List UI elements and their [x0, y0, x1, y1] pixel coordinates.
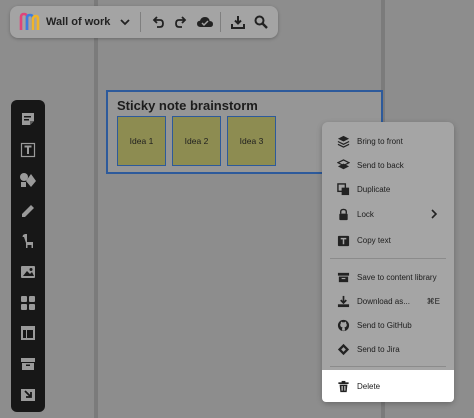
app-logo-icon[interactable] — [18, 11, 40, 33]
chevron-right-icon — [430, 209, 438, 221]
cloud-save-icon[interactable] — [194, 10, 216, 34]
table-icon[interactable] — [15, 320, 41, 346]
menu-item-label: Lock — [357, 209, 374, 219]
sticky-note-text: Idea 2 — [184, 136, 209, 146]
toolbar-divider — [219, 12, 221, 32]
image-icon[interactable] — [15, 259, 41, 285]
sticky-note[interactable]: Idea 3 — [227, 116, 276, 166]
grid-icon[interactable] — [15, 290, 41, 316]
search-icon[interactable] — [250, 10, 272, 34]
pen-icon[interactable] — [15, 198, 41, 224]
menu-item-label: Download as... — [357, 296, 410, 306]
import-icon[interactable] — [15, 381, 41, 407]
menu-item-save-to-content-library[interactable]: Save to content library — [322, 265, 454, 289]
github-icon — [336, 318, 350, 332]
trash-icon — [336, 379, 350, 393]
bring-to-front-icon — [336, 134, 350, 148]
text-tool-icon[interactable] — [15, 137, 41, 163]
frame-title[interactable]: Sticky note brainstorm — [117, 98, 258, 113]
jira-icon — [336, 342, 350, 356]
top-toolbar: Wall of work — [10, 6, 278, 38]
menu-item-label: Bring to front — [357, 136, 403, 146]
undo-icon[interactable] — [147, 10, 169, 34]
left-toolbar — [11, 100, 45, 412]
menu-item-delete[interactable]: Delete — [322, 370, 454, 402]
menu-item-send-to-back[interactable]: Send to back — [322, 153, 454, 177]
download-icon[interactable] — [227, 10, 249, 34]
menu-item-bring-to-front[interactable]: Bring to front — [322, 129, 454, 153]
llama-icon[interactable] — [15, 228, 41, 254]
canvas-grid-line — [94, 0, 98, 418]
menu-item-label: Send to GitHub — [357, 320, 412, 330]
menu-divider — [330, 258, 446, 259]
sticky-note-icon[interactable] — [15, 106, 41, 132]
redo-icon[interactable] — [171, 10, 193, 34]
menu-item-label: Copy text — [357, 235, 391, 245]
shortcut-label: ⌘E — [426, 296, 440, 306]
board-name[interactable]: Wall of work — [46, 16, 113, 28]
menu-item-label: Delete — [357, 381, 381, 391]
duplicate-icon — [336, 182, 350, 196]
menu-item-send-to-jira[interactable]: Send to Jira — [322, 337, 454, 361]
menu-item-send-to-github[interactable]: Send to GitHub — [322, 313, 454, 337]
sticky-note[interactable]: Idea 1 — [117, 116, 166, 166]
copy-text-icon — [336, 233, 350, 247]
menu-item-label: Save to content library — [357, 272, 437, 282]
sticky-note[interactable]: Idea 2 — [172, 116, 221, 166]
menu-item-label: Send to back — [357, 160, 404, 170]
menu-item-label: Duplicate — [357, 184, 391, 194]
menu-item-download-as[interactable]: Download as... ⌘E — [322, 289, 454, 313]
sticky-note-text: Idea 3 — [239, 136, 264, 146]
toolbar-divider — [140, 12, 142, 32]
shapes-icon[interactable] — [15, 167, 41, 193]
context-menu: Bring to front Send to back Duplicate Lo… — [322, 122, 454, 402]
menu-item-copy-text[interactable]: Copy text — [322, 228, 454, 252]
lock-icon — [336, 207, 350, 221]
menu-item-duplicate[interactable]: Duplicate — [322, 177, 454, 201]
chevron-down-icon[interactable] — [115, 10, 137, 34]
sticky-note-text: Idea 1 — [129, 136, 154, 146]
archive-icon[interactable] — [15, 351, 41, 377]
menu-divider — [330, 366, 446, 367]
send-to-back-icon — [336, 158, 350, 172]
download-icon — [336, 294, 350, 308]
menu-item-label: Send to Jira — [357, 344, 400, 354]
library-icon — [336, 270, 350, 284]
menu-item-lock[interactable]: Lock — [322, 202, 454, 226]
